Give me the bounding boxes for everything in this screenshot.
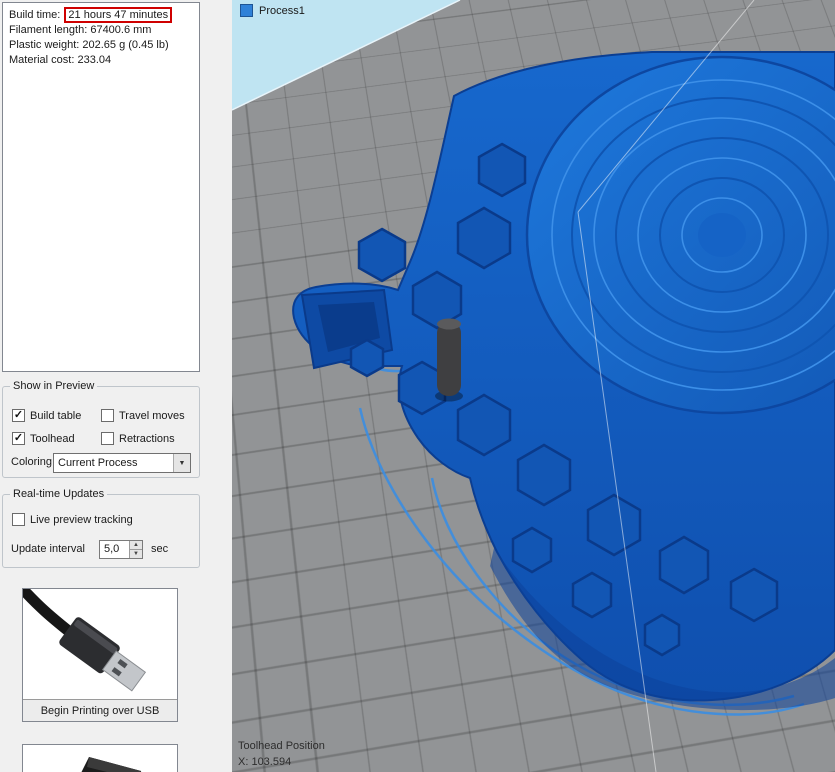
update-interval-value[interactable]: 5,0 [100,541,129,558]
realtime-updates-group: Real-time Updates Live preview tracking … [2,487,200,568]
coloring-label: Coloring [11,456,52,468]
process-color-swatch [240,4,253,17]
coloring-dropdown-value: Current Process [58,457,138,469]
stepper-down-icon[interactable]: ▼ [130,549,142,558]
stepper-up-icon[interactable]: ▲ [130,541,142,549]
update-interval-label: Update interval [11,543,85,555]
checkbox-box[interactable] [101,409,114,422]
left-panel: Build time: 21 hours 47 minutes Filament… [0,0,232,772]
build-time-label: Build time: [9,9,61,21]
checkbox-box[interactable] [12,513,25,526]
checkbox-label: Toolhead [30,432,75,445]
show-in-preview-group: Show in Preview ✓ Build table Travel mov… [2,379,200,478]
usb-cable-image [23,589,177,699]
toolhead-cylinder [435,318,463,402]
filament-length-row: Filament length: 67400.6 mm [9,23,193,38]
print-statistics-box: Build time: 21 hours 47 minutes Filament… [2,2,200,372]
model-preview-scene [232,0,835,772]
toolhead-position-title: Toolhead Position [238,740,325,752]
sd-card-image [81,757,142,772]
checkbox-box[interactable]: ✓ [12,432,25,445]
checkbox-label: Retractions [119,432,175,445]
build-time-highlight: 21 hours 47 minutes [64,7,173,23]
begin-printing-usb-button[interactable]: Begin Printing over USB [22,588,178,722]
begin-printing-usb-label: Begin Printing over USB [23,699,177,721]
app-window: { "colors": { "model_blue": "#1565c8", "… [0,0,835,772]
checkbox-label: Build table [30,409,82,422]
toolhead-position-readout: Toolhead Position X: 103.594 [238,738,325,770]
realtime-updates-title: Real-time Updates [10,487,108,501]
filament-length-label: Filament length: [9,24,88,36]
process-legend-label: Process1 [259,4,305,17]
update-interval-stepper[interactable]: 5,0 ▲ ▼ [99,540,143,559]
build-time-row: Build time: 21 hours 47 minutes [9,7,193,23]
material-cost-row: Material cost: 233.04 [9,53,193,68]
checkbox-travel-moves[interactable]: Travel moves [101,409,185,422]
coloring-dropdown[interactable]: Current Process ▼ [53,453,191,473]
process-legend: Process1 [240,4,305,17]
checkbox-label: Travel moves [119,409,185,422]
show-in-preview-title: Show in Preview [10,379,98,393]
secondary-image-button-partial[interactable] [22,744,178,772]
check-icon: ✓ [13,431,24,444]
plastic-weight-label: Plastic weight: [9,39,80,51]
plastic-weight-row: Plastic weight: 202.65 g (0.45 lb) [9,38,193,53]
checkbox-box[interactable] [101,432,114,445]
checkbox-toolhead[interactable]: ✓ Toolhead [12,432,75,445]
material-cost-value: 233.04 [77,54,112,66]
update-interval-unit: sec [151,543,169,555]
chevron-down-icon[interactable]: ▼ [173,454,190,472]
material-cost-label: Material cost: [9,54,75,66]
checkbox-box[interactable]: ✓ [12,409,25,422]
preview-3d-viewport[interactable]: Process1 Toolhead Position X: 103.594 [232,0,835,772]
check-icon: ✓ [13,408,24,421]
checkbox-retractions[interactable]: Retractions [101,432,175,445]
toolhead-position-x: X: 103.594 [238,756,292,768]
plastic-weight-value: 202.65 g (0.45 lb) [82,39,169,51]
checkbox-label: Live preview tracking [30,513,133,526]
checkbox-build-table[interactable]: ✓ Build table [12,409,81,422]
filament-length-value: 67400.6 mm [90,24,152,36]
checkbox-live-preview-tracking[interactable]: Live preview tracking [12,513,133,526]
